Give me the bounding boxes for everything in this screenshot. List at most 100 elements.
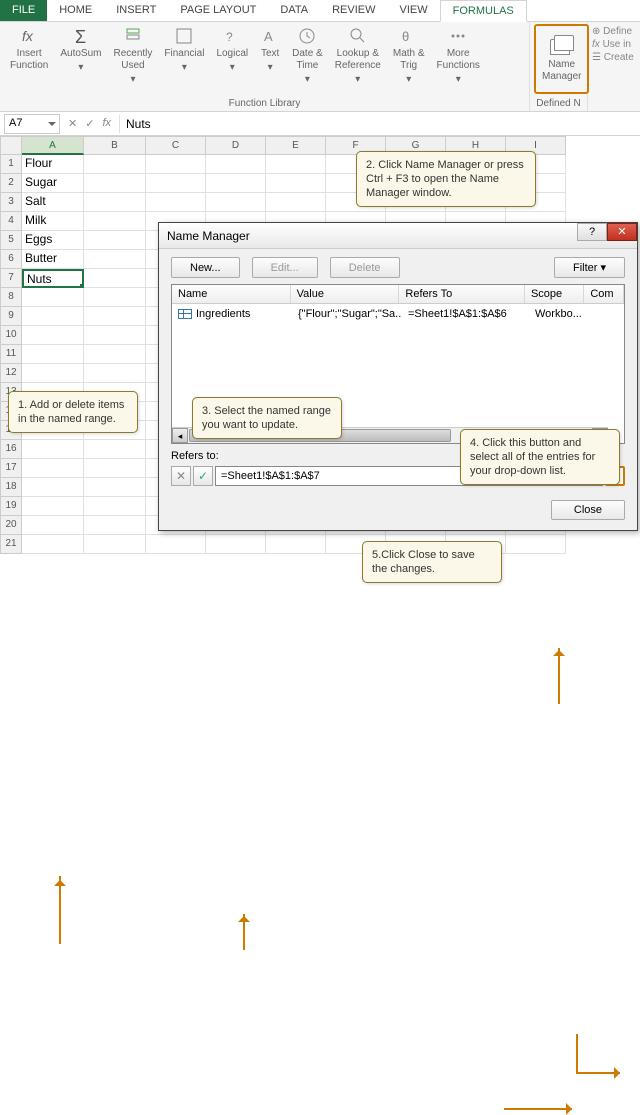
use-in-formula-button[interactable]: fx Use in [592,39,634,50]
cell-C3[interactable] [146,193,206,212]
cell-A20[interactable] [22,516,84,535]
cell-A7[interactable]: Nuts [22,269,84,288]
cell-A3[interactable]: Salt [22,193,84,212]
formula-input[interactable]: Nuts [119,115,640,133]
cell-A12[interactable] [22,364,84,383]
tab-file[interactable]: FILE [0,0,47,21]
cell-A16[interactable] [22,440,84,459]
cell-B10[interactable] [84,326,146,345]
cell-I21[interactable] [506,535,566,554]
cell-A19[interactable] [22,497,84,516]
col-header-D[interactable]: D [206,136,266,155]
cell-A11[interactable] [22,345,84,364]
dialog-titlebar[interactable]: Name Manager ? ✕ [159,223,637,249]
col-header-C[interactable]: C [146,136,206,155]
row-header-5[interactable]: 5 [0,231,22,250]
cell-E21[interactable] [266,535,326,554]
cell-B5[interactable] [84,231,146,250]
list-col-refers-to[interactable]: Refers To [399,285,525,303]
cell-C1[interactable] [146,155,206,174]
list-col-name[interactable]: Name [172,285,291,303]
tab-insert[interactable]: INSERT [104,0,168,21]
financial-button[interactable]: Financial▾ [158,24,210,88]
cancel-icon[interactable]: ✕ [68,117,77,130]
define-name-button[interactable]: ⊕ Define [592,26,634,37]
cell-A2[interactable]: Sugar [22,174,84,193]
select-all-corner[interactable] [0,136,22,155]
cell-B6[interactable] [84,250,146,269]
logical-button[interactable]: ?Logical▾ [210,24,254,88]
cell-B1[interactable] [84,155,146,174]
row-header-4[interactable]: 4 [0,212,22,231]
help-button[interactable]: ? [577,223,607,241]
cell-A5[interactable]: Eggs [22,231,84,250]
row-header-1[interactable]: 1 [0,155,22,174]
row-header-3[interactable]: 3 [0,193,22,212]
cell-B17[interactable] [84,459,146,478]
insert-function-button[interactable]: fxInsertFunction [4,24,54,88]
cell-A21[interactable] [22,535,84,554]
cell-E2[interactable] [266,174,326,193]
row-header-11[interactable]: 11 [0,345,22,364]
cell-A4[interactable]: Milk [22,212,84,231]
row-header-19[interactable]: 19 [0,497,22,516]
recently-used-button[interactable]: RecentlyUsed▾ [108,24,159,88]
more-functions-button[interactable]: MoreFunctions▾ [431,24,486,88]
cell-D21[interactable] [206,535,266,554]
date-time-button[interactable]: Date &Time▾ [286,24,329,88]
row-header-20[interactable]: 20 [0,516,22,535]
row-header-8[interactable]: 8 [0,288,22,307]
math-trig-button[interactable]: θMath &Trig▾ [387,24,431,88]
cell-A1[interactable]: Flour [22,155,84,174]
cell-B9[interactable] [84,307,146,326]
lookup-button[interactable]: Lookup &Reference▾ [329,24,387,88]
row-header-12[interactable]: 12 [0,364,22,383]
autosum-button[interactable]: ΣAutoSum▾ [54,24,107,88]
close-button[interactable]: Close [551,500,625,520]
cell-B20[interactable] [84,516,146,535]
row-header-7[interactable]: 7 [0,269,22,288]
row-header-2[interactable]: 2 [0,174,22,193]
tab-view[interactable]: VIEW [388,0,440,21]
create-from-selection-button[interactable]: ☰ Create [592,52,634,63]
row-header-17[interactable]: 17 [0,459,22,478]
cell-A17[interactable] [22,459,84,478]
col-header-B[interactable]: B [84,136,146,155]
cell-A8[interactable] [22,288,84,307]
text-button[interactable]: AText▾ [254,24,286,88]
refers-cancel-icon[interactable]: ✕ [171,466,191,486]
enter-icon[interactable]: ✓ [85,117,94,130]
cell-B4[interactable] [84,212,146,231]
col-header-A[interactable]: A [22,136,84,155]
row-header-9[interactable]: 9 [0,307,22,326]
cell-B19[interactable] [84,497,146,516]
cell-A10[interactable] [22,326,84,345]
cell-B16[interactable] [84,440,146,459]
filter-button[interactable]: Filter ▾ [554,257,625,278]
row-header-16[interactable]: 16 [0,440,22,459]
cell-B8[interactable] [84,288,146,307]
cell-B12[interactable] [84,364,146,383]
cell-C21[interactable] [146,535,206,554]
tab-page-layout[interactable]: PAGE LAYOUT [168,0,268,21]
cell-B7[interactable] [84,269,146,288]
tab-formulas[interactable]: FORMULAS [440,0,527,22]
new-button[interactable]: New... [171,257,240,278]
cell-D2[interactable] [206,174,266,193]
row-header-10[interactable]: 10 [0,326,22,345]
name-manager-button[interactable]: NameManager [534,24,589,94]
cell-B11[interactable] [84,345,146,364]
cell-E1[interactable] [266,155,326,174]
cell-A9[interactable] [22,307,84,326]
row-header-6[interactable]: 6 [0,250,22,269]
cell-E3[interactable] [266,193,326,212]
edit-button[interactable]: Edit... [252,257,318,278]
list-col-value[interactable]: Value [291,285,400,303]
name-box[interactable]: A7 [4,114,60,134]
cell-C2[interactable] [146,174,206,193]
list-col-com[interactable]: Com [584,285,624,303]
refers-accept-icon[interactable]: ✓ [193,466,213,486]
delete-button[interactable]: Delete [330,257,400,278]
cell-B3[interactable] [84,193,146,212]
cell-B2[interactable] [84,174,146,193]
